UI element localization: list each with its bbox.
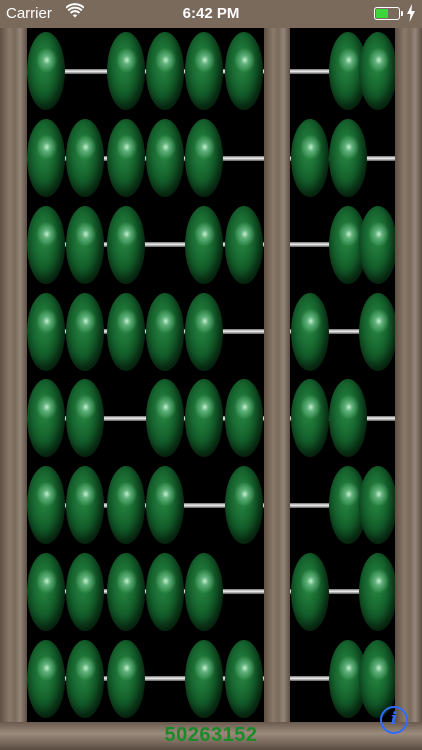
battery-icon (374, 7, 403, 20)
abacus-bead-earth[interactable] (225, 466, 263, 545)
abacus-bead-earth[interactable] (146, 552, 184, 631)
abacus-bead-heaven[interactable] (359, 466, 397, 545)
battery-nub (401, 11, 403, 16)
charging-bolt-icon (407, 4, 415, 22)
abacus-bead-earth[interactable] (225, 379, 263, 458)
abacus-bead-earth[interactable] (146, 466, 184, 545)
abacus-bead-heaven[interactable] (359, 292, 397, 371)
abacus-bead-earth[interactable] (185, 205, 223, 284)
abacus-bead-earth[interactable] (185, 552, 223, 631)
abacus-bead-earth[interactable] (27, 32, 65, 111)
abacus-bead-earth[interactable] (185, 119, 223, 198)
abacus-bead-earth[interactable] (185, 639, 223, 718)
abacus-bead-heaven[interactable] (359, 32, 397, 111)
abacus-bead-earth[interactable] (66, 379, 104, 458)
abacus-bead-earth[interactable] (27, 205, 65, 284)
abacus-bead-earth[interactable] (107, 205, 145, 284)
abacus-bead-earth[interactable] (225, 205, 263, 284)
abacus-bead-earth[interactable] (66, 292, 104, 371)
abacus-bead-earth[interactable] (225, 32, 263, 111)
abacus-bead-heaven[interactable] (291, 552, 329, 631)
abacus-bead-earth[interactable] (66, 466, 104, 545)
abacus-bead-heaven[interactable] (329, 119, 367, 198)
abacus-bead-earth[interactable] (107, 552, 145, 631)
abacus-bead-earth[interactable] (185, 292, 223, 371)
abacus-bead-earth[interactable] (66, 119, 104, 198)
abacus-bead-heaven[interactable] (359, 552, 397, 631)
abacus-board (27, 28, 397, 722)
info-button[interactable]: i (380, 706, 408, 734)
abacus-bead-earth[interactable] (27, 639, 65, 718)
abacus-bead-heaven[interactable] (291, 292, 329, 371)
battery-level (376, 9, 388, 18)
abacus-bead-earth[interactable] (27, 552, 65, 631)
abacus-bead-earth[interactable] (107, 292, 145, 371)
abacus-bead-earth[interactable] (66, 552, 104, 631)
abacus-bead-heaven[interactable] (359, 205, 397, 284)
abacus-bead-heaven[interactable] (291, 119, 329, 198)
abacus-bead-earth[interactable] (225, 639, 263, 718)
abacus-bead-earth[interactable] (107, 639, 145, 718)
abacus-bead-heaven[interactable] (329, 379, 367, 458)
abacus-value: 50263152 (164, 724, 258, 746)
abacus-bead-heaven[interactable] (291, 379, 329, 458)
abacus-bead-earth[interactable] (185, 32, 223, 111)
abacus-bead-earth[interactable] (107, 466, 145, 545)
abacus-bead-earth[interactable] (107, 32, 145, 111)
abacus-bead-earth[interactable] (107, 119, 145, 198)
frame-left (0, 28, 27, 722)
abacus-bead-earth[interactable] (27, 119, 65, 198)
frame-right (395, 28, 422, 722)
status-bar: Carrier 6:42 PM (0, 0, 422, 28)
abacus-bead-earth[interactable] (66, 205, 104, 284)
abacus-bead-earth[interactable] (27, 466, 65, 545)
abacus-bead-earth[interactable] (185, 379, 223, 458)
abacus-bead-earth[interactable] (146, 292, 184, 371)
abacus-bead-earth[interactable] (27, 379, 65, 458)
abacus-bead-earth[interactable] (146, 119, 184, 198)
status-time: 6:42 PM (182, 5, 240, 22)
abacus-bead-earth[interactable] (66, 639, 104, 718)
abacus-bead-earth[interactable] (27, 292, 65, 371)
frame-divider (264, 28, 290, 722)
abacus-bead-earth[interactable] (146, 379, 184, 458)
abacus-bead-earth[interactable] (146, 32, 184, 111)
